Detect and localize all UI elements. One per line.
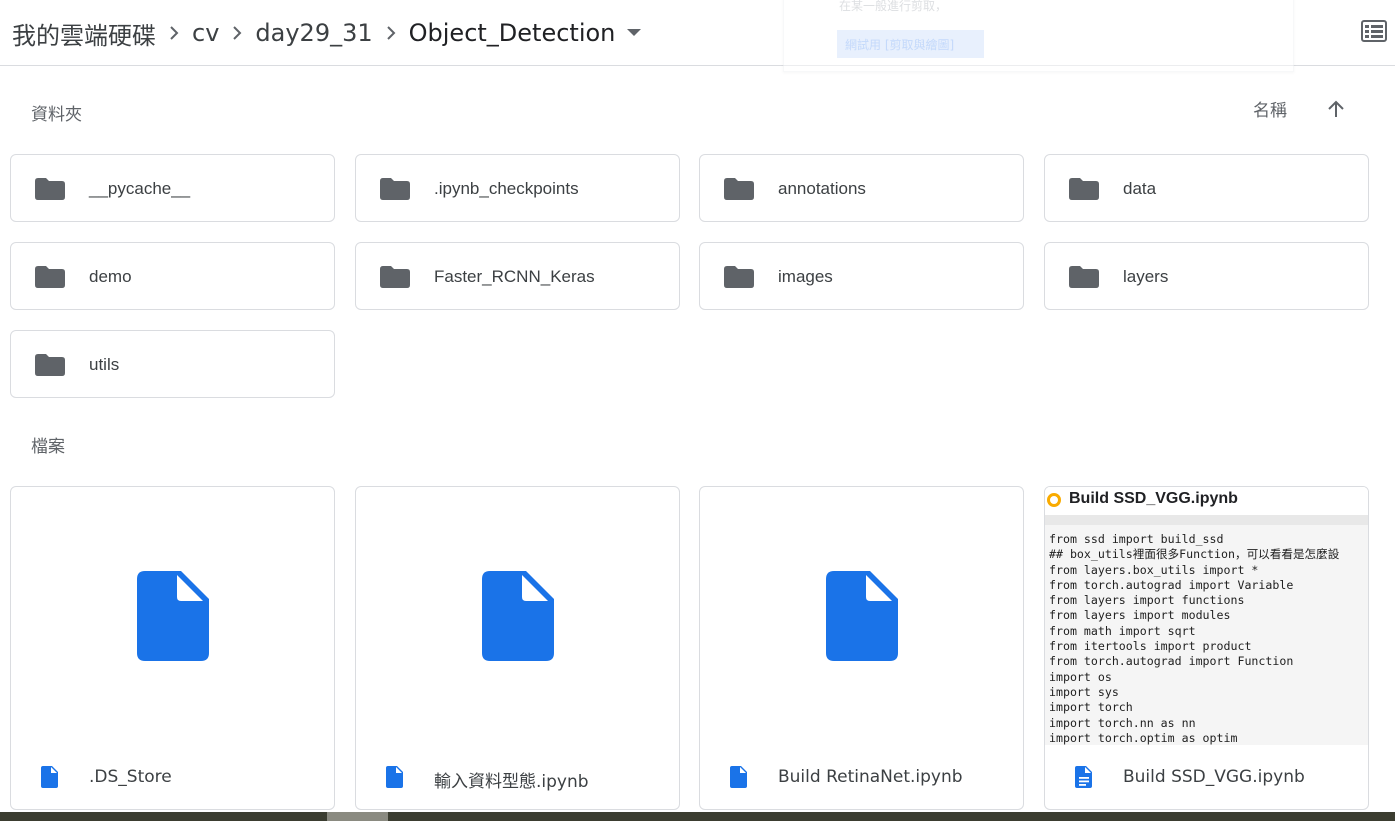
folder-name: data bbox=[1123, 179, 1157, 198]
file-card[interactable]: 輸入資料型態.ipynb bbox=[355, 486, 680, 810]
list-view-icon[interactable] bbox=[1361, 20, 1387, 44]
folder-name: annotations bbox=[778, 179, 866, 198]
notebook-preview: Build SSD_VGG.ipynb from ssd import buil… bbox=[1045, 487, 1368, 745]
chevron-right-icon bbox=[219, 21, 255, 45]
folder-name: .ipynb_checkpoints bbox=[434, 179, 579, 198]
sort-label[interactable]: 名稱 bbox=[1253, 96, 1287, 121]
folder-icon bbox=[1069, 178, 1099, 200]
file-icon bbox=[386, 766, 403, 788]
sort-control[interactable]: 名稱 bbox=[1253, 96, 1345, 121]
file-footer: .DS_Store bbox=[11, 745, 334, 809]
folder-icon bbox=[380, 266, 410, 288]
taskbar-segment bbox=[327, 812, 388, 821]
folder-card[interactable]: data bbox=[1044, 154, 1369, 222]
file-icon bbox=[825, 571, 898, 661]
file-card[interactable]: .DS_Store bbox=[10, 486, 335, 810]
notebook-title: Build SSD_VGG.ipynb bbox=[1069, 490, 1238, 507]
breadcrumb-item-day29-31[interactable]: day29_31 bbox=[255, 19, 372, 47]
file-thumbnail bbox=[11, 487, 334, 745]
code-line: import sys bbox=[1049, 684, 1119, 699]
chevron-right-icon bbox=[156, 21, 192, 45]
code-line: import os bbox=[1049, 669, 1112, 684]
folder-icon bbox=[1069, 266, 1099, 288]
code-line: from math import sqrt bbox=[1049, 623, 1196, 638]
notebook-code: from ssd import build_ssd ## box_utils裡面… bbox=[1045, 525, 1368, 745]
code-line: import torch.nn as nn bbox=[1049, 715, 1196, 730]
file-name: .DS_Store bbox=[89, 767, 172, 787]
code-line: from layers import functions bbox=[1049, 593, 1245, 608]
file-icon bbox=[481, 571, 554, 661]
folder-card[interactable]: .ipynb_checkpoints bbox=[355, 154, 680, 222]
breadcrumb-item-current-folder[interactable]: Object_Detection bbox=[409, 19, 616, 47]
file-footer: Build RetinaNet.ipynb bbox=[700, 745, 1023, 809]
file-name: Build RetinaNet.ipynb bbox=[778, 767, 963, 787]
code-line: from layers.box_utils import * bbox=[1049, 562, 1259, 577]
code-line: ## box_utils裡面很多Function，可以看看是怎麼設 bbox=[1049, 547, 1340, 562]
folder-card[interactable]: images bbox=[699, 242, 1024, 310]
colab-logo-icon bbox=[1047, 493, 1061, 507]
folder-name: Faster_RCNN_Keras bbox=[434, 267, 595, 286]
folder-name: __pycache__ bbox=[89, 179, 191, 198]
popup-button[interactable]: 網試用 [剪取與繪圖] bbox=[837, 30, 984, 58]
file-card[interactable]: Build SSD_VGG.ipynb from ssd import buil… bbox=[1044, 486, 1369, 810]
doc-icon bbox=[1075, 766, 1092, 788]
bottom-taskbar-strip bbox=[0, 812, 1395, 821]
breadcrumb-item-my-drive[interactable]: 我的雲端硬碟 bbox=[12, 16, 156, 51]
folder-icon bbox=[380, 178, 410, 200]
folder-name: demo bbox=[89, 267, 132, 286]
files-section-label: 檔案 bbox=[31, 437, 65, 457]
folder-card[interactable]: Faster_RCNN_Keras bbox=[355, 242, 680, 310]
folder-card[interactable]: utils bbox=[10, 330, 335, 398]
notebook-title-row: Build SSD_VGG.ipynb bbox=[1045, 487, 1368, 515]
arrow-up-icon[interactable] bbox=[1327, 100, 1345, 118]
breadcrumb-item-cv[interactable]: cv bbox=[192, 19, 219, 47]
file-footer: 輸入資料型態.ipynb bbox=[356, 745, 679, 809]
file-footer: Build SSD_VGG.ipynb bbox=[1045, 745, 1368, 809]
chevron-right-icon bbox=[373, 21, 409, 45]
file-icon bbox=[41, 766, 58, 788]
file-thumbnail bbox=[356, 487, 679, 745]
notebook-divider bbox=[1045, 515, 1368, 525]
code-line: from ssd import build_ssd bbox=[1049, 532, 1224, 546]
folder-icon bbox=[724, 178, 754, 200]
code-line: import torch bbox=[1049, 700, 1133, 715]
code-line: from torch.autograd import Variable bbox=[1049, 577, 1294, 592]
file-name: 輸入資料型態.ipynb bbox=[434, 772, 589, 792]
folder-card[interactable]: demo bbox=[10, 242, 335, 310]
faded-popup: 在某一般進行剪取， 網試用 [剪取與繪圖] bbox=[783, 0, 1294, 72]
file-thumbnail bbox=[700, 487, 1023, 745]
code-line: from layers import modules bbox=[1049, 608, 1231, 623]
folder-name: images bbox=[778, 267, 833, 286]
header-bar: 我的雲端硬碟 cv day29_31 Object_Detection 在某一般… bbox=[0, 0, 1395, 72]
file-icon bbox=[730, 766, 747, 788]
code-line: from itertools import product bbox=[1049, 639, 1252, 654]
folder-name: utils bbox=[89, 355, 120, 374]
file-card[interactable]: Build RetinaNet.ipynb bbox=[699, 486, 1024, 810]
folder-name: layers bbox=[1123, 267, 1169, 286]
folder-icon bbox=[35, 354, 65, 376]
folder-icon bbox=[35, 178, 65, 200]
folder-icon bbox=[35, 266, 65, 288]
popup-text: 在某一般進行剪取， bbox=[839, 0, 948, 13]
file-icon bbox=[136, 571, 209, 661]
code-line: from torch.autograd import Function bbox=[1049, 654, 1294, 669]
folder-icon bbox=[724, 266, 754, 288]
folder-card[interactable]: annotations bbox=[699, 154, 1024, 222]
caret-down-icon[interactable] bbox=[619, 29, 649, 37]
code-line: import torch.optim as optim bbox=[1049, 730, 1238, 745]
folder-card[interactable]: layers bbox=[1044, 242, 1369, 310]
folder-card[interactable]: __pycache__ bbox=[10, 154, 335, 222]
file-name: Build SSD_VGG.ipynb bbox=[1123, 767, 1305, 787]
folders-section-label: 資料夾 bbox=[31, 105, 82, 125]
breadcrumb: 我的雲端硬碟 cv day29_31 Object_Detection bbox=[12, 14, 649, 52]
